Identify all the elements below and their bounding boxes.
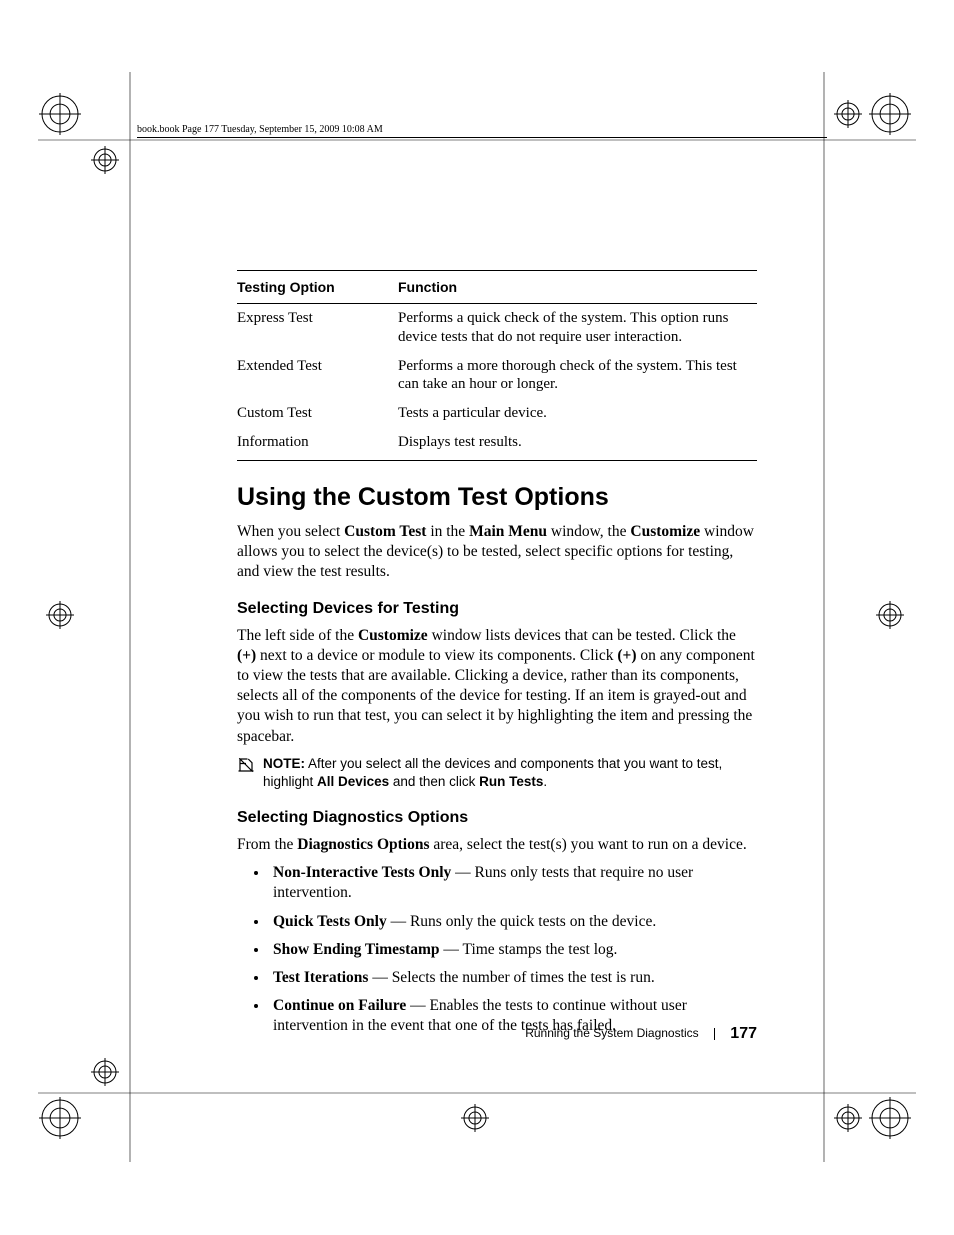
registration-mark-icon <box>869 93 911 135</box>
text: From the <box>237 836 297 853</box>
text-bold: Customize <box>630 523 700 540</box>
registration-mark-icon <box>46 601 74 629</box>
diagnostic-options-list: Non-Interactive Tests Only — Runs only t… <box>237 863 757 1036</box>
note-text: NOTE: After you select all the devices a… <box>263 755 757 791</box>
note-label: NOTE: <box>263 756 305 771</box>
cell-option: Custom Test <box>237 399 398 428</box>
th-option: Testing Option <box>237 271 398 304</box>
text-bold: All Devices <box>317 774 389 789</box>
list-item: Quick Tests Only — Runs only the quick t… <box>269 912 757 932</box>
list-item: Non-Interactive Tests Only — Runs only t… <box>269 863 757 903</box>
registration-mark-icon <box>91 1058 119 1086</box>
text-bold: (+) <box>617 647 636 664</box>
registration-mark-icon <box>91 146 119 174</box>
page-content: Testing Option Function Express Test Per… <box>237 270 757 1044</box>
cell-option: Extended Test <box>237 352 398 400</box>
cell-function: Displays test results. <box>398 428 757 460</box>
note-block: NOTE: After you select all the devices a… <box>237 755 757 791</box>
sec2-paragraph: From the Diagnostics Options area, selec… <box>237 835 757 855</box>
heading-2: Selecting Devices for Testing <box>237 600 757 618</box>
footer-section: Running the System Diagnostics <box>525 1026 698 1040</box>
cell-function: Tests a particular device. <box>398 399 757 428</box>
intro-paragraph: When you select Custom Test in the Main … <box>237 522 757 582</box>
list-item: Test Iterations — Selects the number of … <box>269 968 757 988</box>
table-row: Express Test Performs a quick check of t… <box>237 304 757 352</box>
testing-options-table: Testing Option Function Express Test Per… <box>237 270 757 461</box>
cell-option: Information <box>237 428 398 460</box>
list-item: Show Ending Timestamp — Time stamps the … <box>269 940 757 960</box>
registration-mark-icon <box>834 1104 862 1132</box>
sec1-paragraph: The left side of the Customize window li… <box>237 626 757 747</box>
text: area, select the test(s) you want to run… <box>430 836 747 853</box>
item-title: Quick Tests Only <box>273 913 387 930</box>
text: next to a device or module to view its c… <box>256 647 617 664</box>
registration-mark-icon <box>461 1104 489 1132</box>
text: . <box>543 774 547 789</box>
registration-mark-icon <box>39 1097 81 1139</box>
item-desc: — Time stamps the test log. <box>440 941 618 958</box>
text: in the <box>426 523 469 540</box>
registration-mark-icon <box>834 100 862 128</box>
text-bold: Custom Test <box>344 523 426 540</box>
footer-separator <box>714 1028 715 1040</box>
item-title: Continue on Failure <box>273 997 406 1014</box>
th-function: Function <box>398 271 757 304</box>
cell-function: Performs a more thorough check of the sy… <box>398 352 757 400</box>
text: When you select <box>237 523 344 540</box>
item-desc: — Selects the number of times the test i… <box>368 969 654 986</box>
registration-mark-icon <box>869 1097 911 1139</box>
registration-mark-icon <box>39 93 81 135</box>
item-title: Test Iterations <box>273 969 368 986</box>
text: The left side of the <box>237 627 358 644</box>
text: window lists devices that can be tested.… <box>428 627 736 644</box>
item-title: Non-Interactive Tests Only <box>273 864 451 881</box>
table-row: Extended Test Performs a more thorough c… <box>237 352 757 400</box>
running-head: book.book Page 177 Tuesday, September 15… <box>137 124 383 135</box>
table-row: Custom Test Tests a particular device. <box>237 399 757 428</box>
text-bold: Run Tests <box>479 774 543 789</box>
table-row: Information Displays test results. <box>237 428 757 460</box>
cell-function: Performs a quick check of the system. Th… <box>398 304 757 352</box>
note-icon <box>237 756 255 774</box>
item-desc: — Runs only the quick tests on the devic… <box>387 913 657 930</box>
page-footer: Running the System Diagnostics 177 <box>237 1025 757 1043</box>
text: and then click <box>389 774 479 789</box>
header-rule <box>137 137 827 138</box>
text-bold: Customize <box>358 627 428 644</box>
page-number: 177 <box>730 1025 757 1042</box>
text-bold: Main Menu <box>469 523 547 540</box>
text-bold: Diagnostics Options <box>297 836 429 853</box>
item-title: Show Ending Timestamp <box>273 941 440 958</box>
heading-1: Using the Custom Test Options <box>237 483 757 512</box>
heading-2: Selecting Diagnostics Options <box>237 809 757 827</box>
text-bold: (+) <box>237 647 256 664</box>
cell-option: Express Test <box>237 304 398 352</box>
text: window, the <box>547 523 630 540</box>
registration-mark-icon <box>876 601 904 629</box>
